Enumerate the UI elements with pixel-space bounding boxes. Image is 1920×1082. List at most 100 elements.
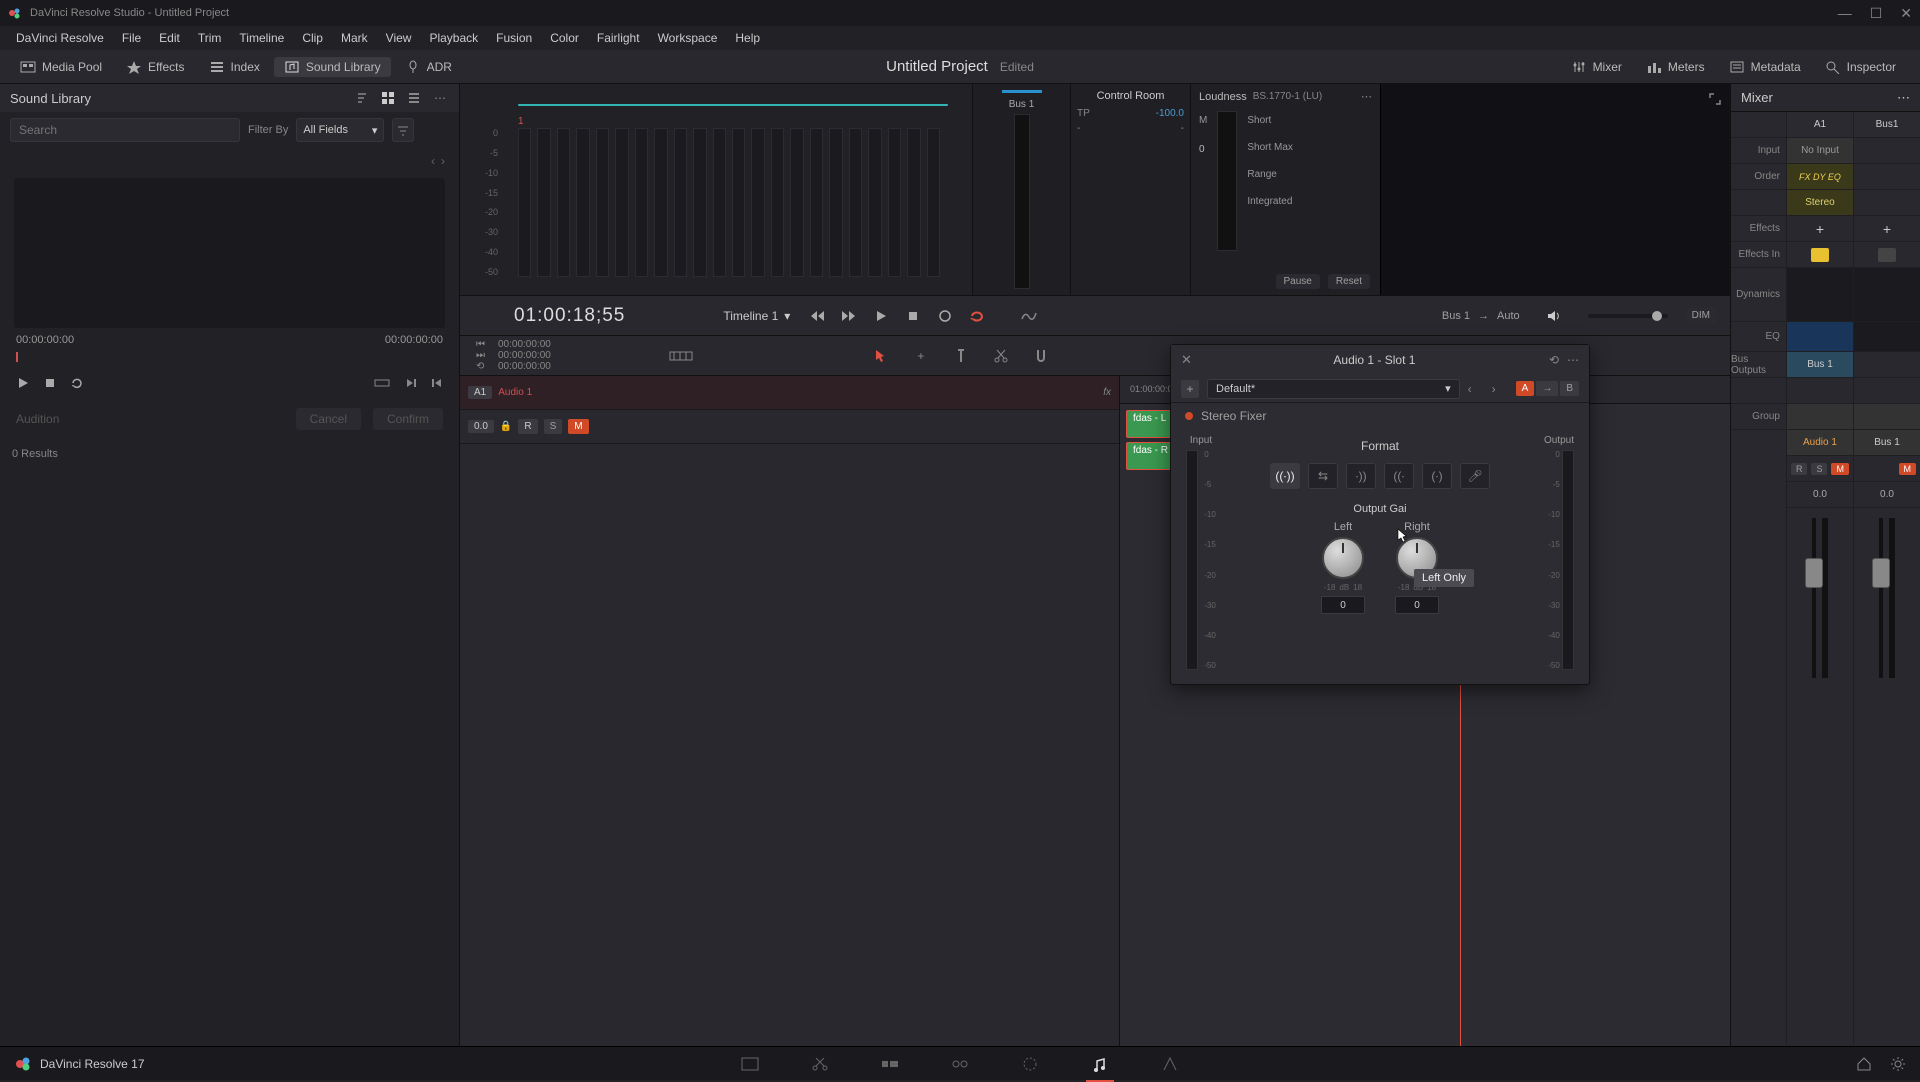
menu-edit[interactable]: Edit	[151, 31, 188, 45]
rewind-icon[interactable]	[808, 307, 826, 325]
next-icon[interactable]: ›	[441, 154, 445, 168]
menu-color[interactable]: Color	[542, 31, 587, 45]
fx-menu-icon[interactable]: ⋯	[1567, 353, 1579, 367]
loop-icon[interactable]	[70, 376, 84, 390]
page-cut-icon[interactable]	[810, 1054, 830, 1074]
fx-fmt-right-only-icon[interactable]: ∙))	[1346, 463, 1376, 489]
play-icon[interactable]	[872, 307, 890, 325]
fx-reset-icon[interactable]: ⟲	[1549, 353, 1559, 367]
strip-effects-in[interactable]	[1787, 242, 1853, 268]
strip-arm-button[interactable]: R	[1791, 463, 1808, 475]
strip-effects-add[interactable]: +	[1854, 216, 1920, 242]
strip-mute-button[interactable]: M	[1899, 463, 1917, 475]
fx-fmt-mono-icon[interactable]: (∙)	[1422, 463, 1452, 489]
strip-name[interactable]: Audio 1	[1787, 430, 1853, 456]
strip-dynamics[interactable]	[1787, 268, 1853, 322]
timeline-selector[interactable]: Timeline 1 ▾	[723, 309, 790, 323]
in-out-icon[interactable]	[373, 377, 391, 389]
timecode-display[interactable]: 01:00:18;55	[514, 305, 625, 327]
track-volume[interactable]: 0.0	[468, 420, 494, 433]
sort-icon[interactable]	[353, 90, 371, 106]
play-icon[interactable]	[16, 376, 30, 390]
meters-button[interactable]: Meters	[1636, 57, 1715, 77]
dim-button[interactable]: DIM	[1686, 308, 1716, 323]
fx-ab-arrow[interactable]: →	[1536, 381, 1558, 396]
strip-order[interactable]: FX DY EQ	[1787, 164, 1853, 190]
step-back-icon[interactable]	[431, 377, 443, 389]
strip-eq[interactable]	[1787, 322, 1853, 352]
go-end-icon[interactable]: ⏭	[476, 350, 488, 361]
duration-icon[interactable]: ⟲	[476, 361, 488, 372]
home-icon[interactable]	[1856, 1056, 1872, 1072]
filter-select[interactable]: All Fields ▾	[296, 118, 384, 142]
snap-tool-icon[interactable]	[1031, 346, 1051, 366]
step-fwd-icon[interactable]	[405, 377, 417, 389]
cancel-button[interactable]: Cancel	[296, 408, 361, 430]
fx-fmt-left-only-icon[interactable]: ((∙	[1384, 463, 1414, 489]
menu-playback[interactable]: Playback	[421, 31, 486, 45]
fx-dialog[interactable]: ✕ Audio 1 - Slot 1 ⟲ ⋯ + Default*▾ ‹ › A…	[1170, 344, 1590, 685]
fx-preset-prev-icon[interactable]: ‹	[1468, 382, 1484, 396]
menu-fusion[interactable]: Fusion	[488, 31, 540, 45]
loudness-pause-button[interactable]: Pause	[1276, 274, 1320, 289]
menu-clip[interactable]: Clip	[294, 31, 331, 45]
menu-view[interactable]: View	[378, 31, 420, 45]
fx-ab-a-button[interactable]: A	[1516, 381, 1535, 396]
strip-mute-button[interactable]: M	[1831, 463, 1849, 475]
page-media-icon[interactable]	[740, 1054, 760, 1074]
mixer-menu-icon[interactable]: ⋯	[1897, 90, 1910, 106]
index-button[interactable]: Index	[199, 57, 270, 77]
confirm-button[interactable]: Confirm	[373, 408, 443, 430]
media-pool-button[interactable]: Media Pool	[10, 57, 112, 77]
filter-options-button[interactable]	[392, 118, 414, 142]
fx-left-gain-value[interactable]: 0	[1321, 596, 1365, 614]
prev-icon[interactable]: ‹	[431, 154, 435, 168]
page-deliver-icon[interactable]	[1160, 1054, 1180, 1074]
fx-fmt-mic-icon[interactable]: 🎤︎	[1460, 463, 1490, 489]
fast-forward-icon[interactable]	[840, 307, 858, 325]
track-header-a1[interactable]: A1 Audio 1 fx	[460, 376, 1119, 410]
record-icon[interactable]	[936, 307, 954, 325]
strip-fader[interactable]	[1787, 508, 1853, 1046]
menu-trim[interactable]: Trim	[190, 31, 230, 45]
page-fusion-icon[interactable]	[950, 1054, 970, 1074]
stop-icon[interactable]	[904, 307, 922, 325]
go-start-icon[interactable]: ⏮	[476, 339, 488, 350]
menu-fairlight[interactable]: Fairlight	[589, 31, 648, 45]
fx-add-preset-button[interactable]: +	[1181, 380, 1199, 398]
pointer-tool-icon[interactable]	[871, 346, 891, 366]
menu-workspace[interactable]: Workspace	[650, 31, 726, 45]
loop-icon[interactable]	[968, 307, 986, 325]
track-arm-button[interactable]: R	[518, 419, 537, 434]
lock-icon[interactable]: 🔒	[500, 421, 512, 432]
menu-davinci[interactable]: DaVinci Resolve	[8, 31, 112, 45]
grid-view-icon[interactable]	[379, 90, 397, 106]
strip-input[interactable]: No Input	[1787, 138, 1853, 164]
menu-timeline[interactable]: Timeline	[231, 31, 292, 45]
list-view-icon[interactable]	[405, 90, 423, 106]
search-input[interactable]	[10, 118, 240, 142]
automation-icon[interactable]	[1020, 307, 1038, 325]
strip-busout[interactable]: Bus 1	[1787, 352, 1853, 378]
settings-icon[interactable]	[1890, 1056, 1906, 1072]
fx-right-gain-value[interactable]: 0	[1395, 596, 1439, 614]
fx-close-icon[interactable]: ✕	[1181, 352, 1192, 368]
minimize-button[interactable]: —	[1838, 5, 1852, 22]
adr-button[interactable]: ADR	[395, 57, 462, 77]
menu-file[interactable]: File	[114, 31, 149, 45]
strip-effects-in[interactable]	[1854, 242, 1920, 268]
monitor-bus[interactable]: Bus 1→Auto	[1442, 310, 1520, 322]
close-button[interactable]: ✕	[1900, 5, 1912, 22]
strip-format[interactable]: Stereo	[1787, 190, 1853, 216]
fx-preset-next-icon[interactable]: ›	[1492, 382, 1508, 396]
stop-icon[interactable]	[44, 377, 56, 389]
razor-tool-icon[interactable]	[991, 346, 1011, 366]
sound-library-button[interactable]: Sound Library	[274, 57, 391, 77]
metadata-button[interactable]: Metadata	[1719, 57, 1811, 77]
monitor-volume-slider[interactable]	[1588, 314, 1668, 318]
more-icon[interactable]: ⋯	[431, 90, 449, 106]
mixer-button[interactable]: Mixer	[1561, 57, 1632, 77]
strip-solo-button[interactable]: S	[1811, 463, 1827, 475]
page-fairlight-icon[interactable]	[1090, 1054, 1110, 1074]
menu-mark[interactable]: Mark	[333, 31, 376, 45]
